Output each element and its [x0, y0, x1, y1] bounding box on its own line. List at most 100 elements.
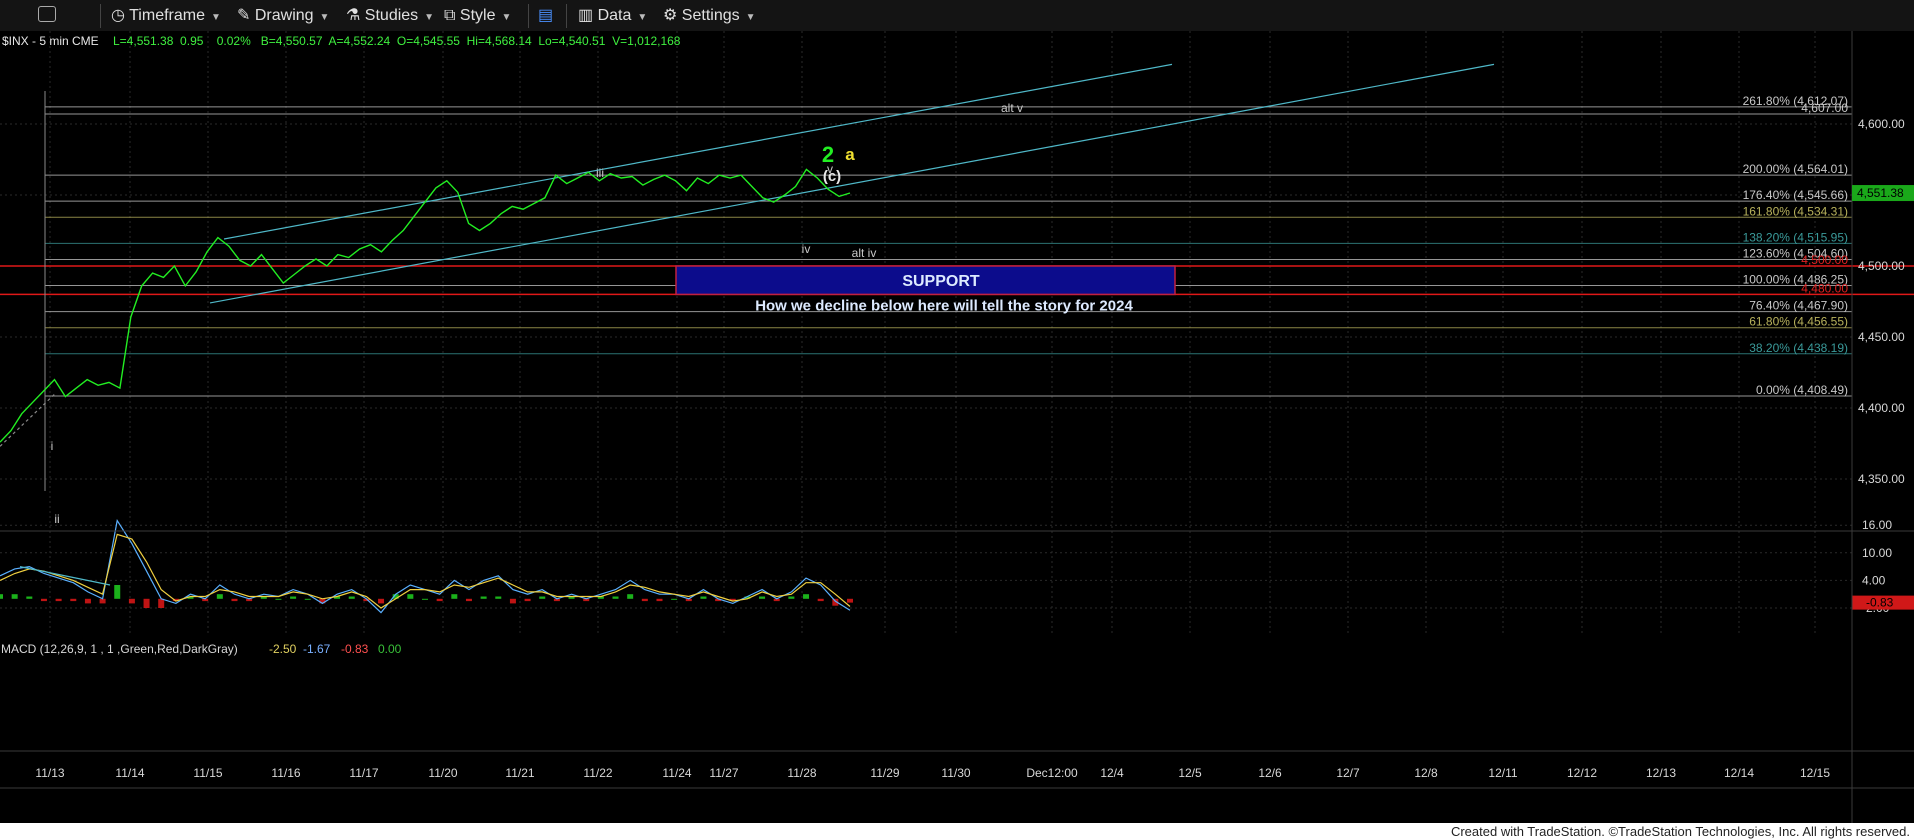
x-tick-label: 12/4	[1100, 766, 1124, 780]
fib-level-label: 161.80% (4,534.31)	[1743, 204, 1848, 218]
chevron-down-icon: ▼	[501, 12, 512, 23]
macd-histogram-bar	[216, 594, 223, 599]
toolbar: ◷ Timeframe ▼ ✎ Drawing ▼ ⚗ Studies ▼ ⧉ Sty…	[0, 0, 1914, 32]
style-label: Style	[459, 7, 496, 24]
macd-histogram-bar	[0, 594, 3, 599]
flask-icon: ⚗	[346, 7, 361, 24]
x-tick-label: 11/16	[271, 766, 300, 780]
macd-tick-label: 16.00	[1862, 518, 1892, 532]
macd-histogram-bar	[847, 598, 853, 603]
wave-label: ii	[54, 512, 59, 526]
macd-histogram-bar	[231, 598, 238, 602]
support-label: SUPPORT	[902, 273, 980, 290]
toolbar-divider	[528, 4, 529, 28]
wave-label: iv	[802, 242, 811, 256]
macd-histogram-bar	[656, 598, 663, 602]
x-tick-label: 12/12	[1567, 766, 1597, 780]
studies-label: Studies	[364, 7, 419, 24]
macd-legend-value: -2.50	[269, 642, 297, 656]
macd-histogram-bar	[26, 596, 33, 599]
chevron-down-icon: ▼	[637, 12, 648, 23]
x-tick-label: 11/20	[428, 766, 457, 780]
x-tick-label: Dec12:00	[1026, 766, 1078, 780]
wave-label: iii	[596, 166, 604, 180]
macd-histogram-bar	[304, 598, 311, 600]
x-tick-label: 11/24	[662, 766, 691, 780]
fib-level-label: 4,500.00	[1801, 253, 1848, 267]
macd-histogram-bar	[451, 594, 458, 599]
macd-histogram-bar	[99, 598, 106, 604]
fib-level-label: 176.40% (4,545.66)	[1743, 188, 1848, 202]
drawing-label: Drawing	[254, 7, 314, 24]
gear-icon: ⚙	[663, 7, 678, 24]
timeframe-button[interactable]: ◷ Timeframe ▼	[111, 6, 221, 26]
macd-tick-label: 4.00	[1862, 573, 1886, 587]
bar-chart-icon: ▥	[578, 7, 594, 24]
settings-button[interactable]: ⚙ Settings ▼	[663, 6, 756, 26]
macd-histogram-bar	[817, 598, 824, 602]
fib-level-label: 61.80% (4,456.55)	[1749, 315, 1848, 329]
macd-legend-value: 0.00	[378, 642, 402, 656]
macd-histogram-bar	[803, 594, 810, 599]
x-tick-label: 11/15	[193, 766, 222, 780]
x-tick-label: 11/17	[349, 766, 378, 780]
macd-histogram-bar	[509, 598, 516, 604]
macd-histogram-bar	[524, 598, 531, 602]
x-tick-label: 12/14	[1724, 766, 1754, 780]
x-tick-label: 11/30	[941, 766, 970, 780]
footer: Created with TradeStation. ©TradeStation…	[0, 823, 1914, 840]
y-tick-label: 4,500.00	[1858, 259, 1905, 273]
macd-histogram-bar	[612, 596, 619, 599]
symbol-label: $INX - 5 min CME	[2, 34, 99, 48]
x-tick-label: 11/22	[583, 766, 612, 780]
fib-level-label: 138.20% (4,515.95)	[1743, 230, 1848, 244]
macd-histogram-bar	[465, 598, 472, 602]
macd-histogram-bar	[422, 598, 428, 600]
macd-histogram-bar	[114, 585, 121, 599]
fib-level-label: 76.40% (4,467.90)	[1749, 299, 1848, 313]
x-tick-label: 11/21	[505, 766, 534, 780]
support-note: How we decline below here will tell the …	[755, 297, 1133, 314]
x-tick-label: 12/15	[1800, 766, 1830, 780]
macd-histogram-bar	[143, 598, 150, 608]
fib-level-label: 0.00% (4,408.49)	[1756, 383, 1848, 397]
style-icon: ⧉	[444, 7, 456, 24]
style-button[interactable]: ⧉ Style ▼	[444, 6, 511, 26]
macd-histogram-bar	[480, 596, 487, 599]
toolbar-divider	[100, 4, 101, 28]
layout-icon[interactable]	[38, 6, 59, 26]
macd-histogram-bar	[348, 596, 355, 599]
x-tick-label: 11/27	[709, 766, 738, 780]
panes-icon[interactable]: ▤	[538, 6, 553, 26]
macd-histogram-bar	[70, 598, 77, 602]
toolbar-divider	[566, 4, 567, 28]
macd-histogram-bar	[128, 598, 135, 604]
settings-label: Settings	[681, 7, 740, 24]
x-tick-label: 12/5	[1178, 766, 1202, 780]
y-tick-label: 4,600.00	[1858, 117, 1905, 131]
macd-histogram-bar	[788, 596, 795, 599]
y-tick-label: 4,400.00	[1858, 401, 1905, 415]
macd-histogram-bar	[627, 594, 634, 599]
chevron-down-icon: ▼	[210, 12, 221, 23]
macd-histogram-bar	[11, 594, 18, 599]
price-chart[interactable]: 261.80% (4,612.07)4,607.00200.00% (4,564…	[0, 31, 1914, 823]
macd-histogram-bar	[759, 596, 766, 599]
x-tick-label: 12/6	[1258, 766, 1282, 780]
fib-level-label: 38.20% (4,438.19)	[1749, 341, 1848, 355]
chevron-down-icon: ▼	[424, 12, 435, 23]
macd-histogram-bar	[158, 598, 165, 608]
data-button[interactable]: ▥ Data ▼	[578, 6, 647, 26]
macd-histogram-bar	[641, 598, 648, 602]
copyright-text: Created with TradeStation. ©TradeStation…	[1450, 824, 1910, 839]
macd-histogram-bar	[378, 598, 385, 604]
drawing-button[interactable]: ✎ Drawing ▼	[237, 6, 329, 26]
macd-histogram-bar	[495, 596, 502, 599]
macd-histogram-bar	[407, 594, 414, 599]
fib-level-label: 200.00% (4,564.01)	[1743, 162, 1848, 176]
macd-legend-value: -0.83	[341, 642, 369, 656]
x-tick-label: 11/13	[35, 766, 64, 780]
studies-button[interactable]: ⚗ Studies ▼	[346, 6, 434, 26]
wave-label: a	[845, 145, 855, 164]
macd-legend-value: -1.67	[303, 642, 331, 656]
